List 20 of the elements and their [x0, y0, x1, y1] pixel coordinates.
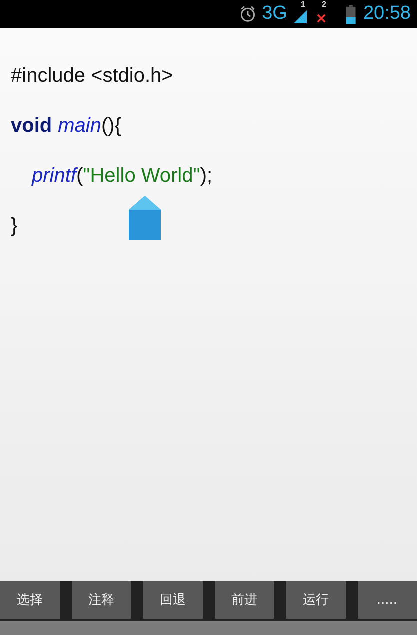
toolbar-button[interactable]: .....: [358, 581, 417, 619]
alarm-clock-icon: [239, 5, 258, 23]
cursor-handle[interactable]: [129, 196, 161, 240]
toolbar-button[interactable]: 选择: [0, 581, 60, 619]
code-editor[interactable]: #include <stdio.h> void main(){ printf("Hello World"); }: [0, 28, 417, 581]
code-line: printf("Hello World");: [32, 164, 213, 188]
clock-time: 20:58: [363, 3, 411, 25]
code-line: #include <stdio.h>: [11, 64, 174, 88]
network-type: 3G: [262, 3, 288, 25]
code-line: }: [11, 214, 18, 238]
battery-icon: [346, 4, 356, 24]
signal-icon: [292, 8, 308, 24]
no-signal-icon: [316, 14, 326, 23]
toolbar-button[interactable]: 回退: [143, 581, 202, 619]
sim-number: 2: [322, 0, 326, 9]
sim-number: 1: [301, 0, 306, 9]
toolbar-button[interactable]: 运行: [286, 581, 346, 619]
toolbar-button[interactable]: 注释: [72, 581, 131, 619]
toolbar-button[interactable]: 前进: [214, 581, 274, 619]
code-line: void main(){: [11, 114, 122, 138]
